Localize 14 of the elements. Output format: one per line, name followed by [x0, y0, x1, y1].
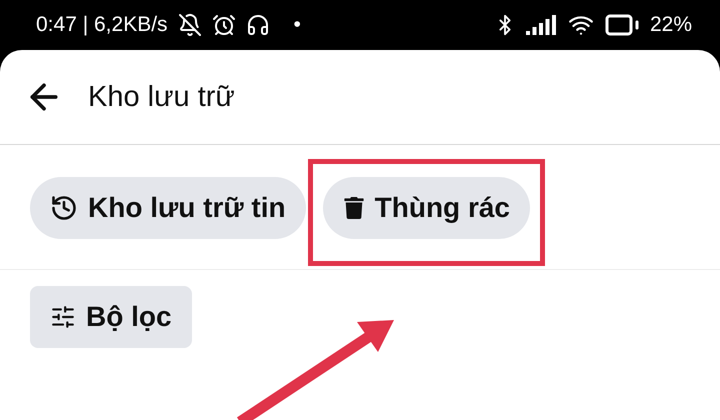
- notification-dot: •: [294, 13, 301, 37]
- status-time: 0:47 | 6,2KB/s: [36, 13, 168, 37]
- page-title: Kho lưu trữ: [88, 80, 235, 114]
- filter-button[interactable]: Bộ lọc: [30, 286, 192, 348]
- bell-off-icon: [178, 13, 202, 37]
- filter-icon: [50, 304, 76, 330]
- category-chip[interactable]: Kho lưu trữ tin: [30, 177, 306, 239]
- clock-icon: [50, 194, 78, 222]
- alarm-icon: [212, 13, 236, 37]
- trash-icon: [342, 197, 365, 219]
- battery-percent: 22%: [650, 13, 692, 37]
- headphones-icon: [246, 13, 270, 37]
- signal-icon: [526, 15, 558, 35]
- category-chip[interactable]: Thùng rác: [322, 177, 530, 239]
